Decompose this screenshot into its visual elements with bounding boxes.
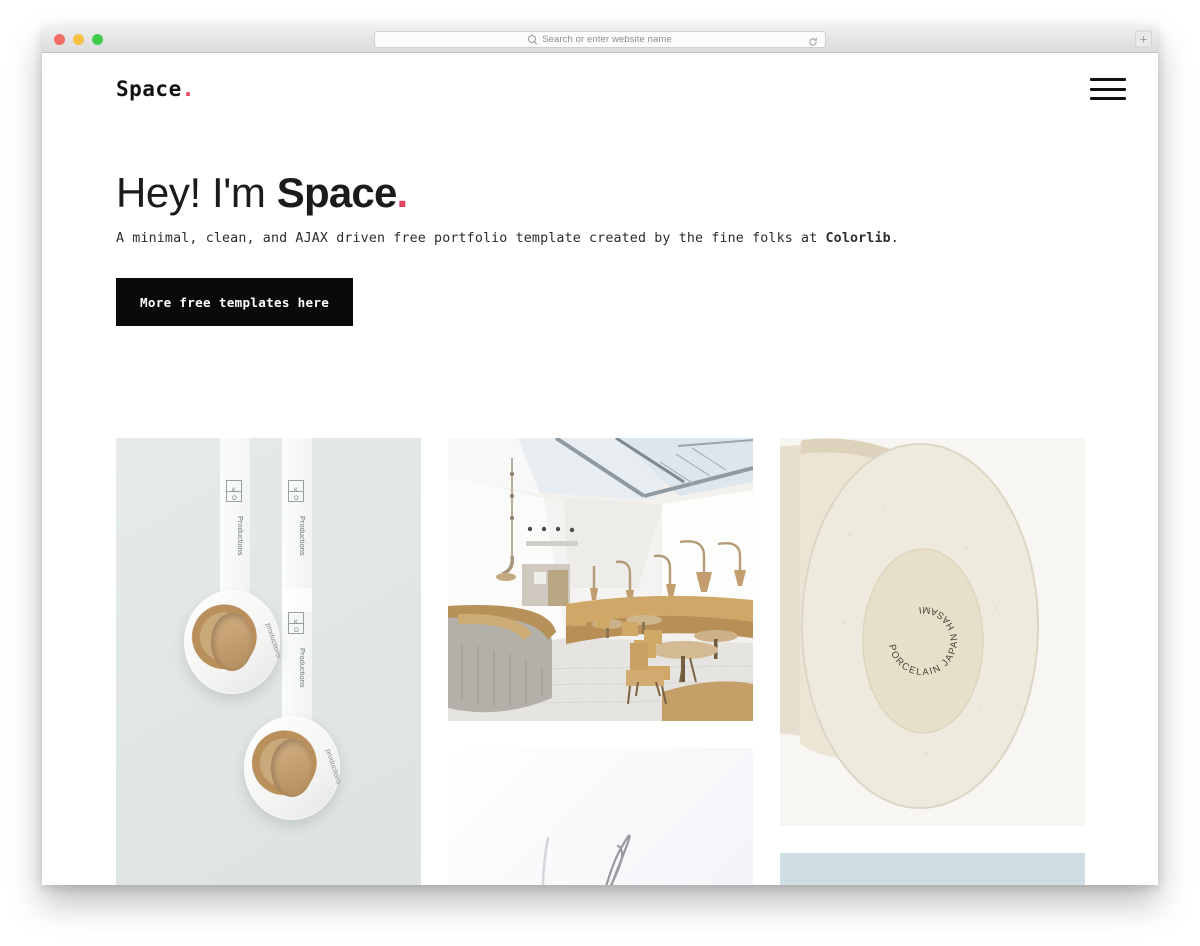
close-window-button[interactable] [54,33,65,45]
hero-subtitle-tail: . [890,231,899,247]
hamburger-bar-1 [1090,78,1126,81]
site-logo[interactable]: Space. [116,76,195,101]
browser-titlebar: Search or enter website name + [42,26,1158,53]
page-viewport: Space. Hey! I'm Space. A minimal, clean,… [42,53,1158,885]
address-bar[interactable]: Search or enter website name [374,30,826,48]
search-icon [528,34,537,44]
hero-subtitle: A minimal, clean, and AJAX driven free p… [116,231,1084,246]
gallery-column-1: K O K O K O Productions Productions Prod… [116,438,421,885]
hero-section: Hey! I'm Space. A minimal, clean, and AJ… [42,125,1158,327]
svg-text:O: O [232,496,237,502]
svg-text:Productions: Productions [236,516,245,556]
gallery-column-3: PORCELAIN JAPAN HASAMI [780,438,1085,885]
gallery-item-packing-tape-rolls[interactable]: K O K O K O Productions Productions Prod… [116,438,421,885]
gallery-item-cafe-interior[interactable] [448,438,753,722]
packing-tape-artwork: K O K O K O Productions Productions Prod… [116,438,421,885]
hamburger-menu-icon[interactable] [1090,76,1126,102]
gallery-item-hasami-porcelain-bowl[interactable]: PORCELAIN JAPAN HASAMI [780,438,1085,827]
svg-text:K: K [294,620,298,626]
screen: Search or enter website name + Space. He… [0,0,1200,946]
site-logo-accent: . [181,76,195,101]
svg-text:Productions: Productions [298,648,307,688]
more-free-templates-button[interactable]: More free templates here [116,278,354,327]
maximize-window-button[interactable] [92,33,103,45]
hero-subtitle-lead: A minimal, clean, and AJAX driven free p… [116,231,826,247]
portfolio-gallery: K O K O K O Productions Productions Prod… [42,438,1158,885]
address-bar-placeholder: Search or enter website name [542,33,672,45]
minimize-window-button[interactable] [73,33,84,45]
svg-text:O: O [294,496,299,502]
window-controls [54,33,103,45]
site-logo-text: Space [116,76,182,101]
svg-text:productions: productions [324,749,342,786]
gallery-item-wire-line-drawing[interactable] [448,748,753,885]
hero-subtitle-brand: Colorlib [825,231,891,247]
browser-window: Search or enter website name + Space. He… [42,26,1158,885]
site-header: Space. [42,53,1158,125]
svg-text:K: K [232,488,236,494]
hero-title: Hey! I'm Space. [116,169,1084,217]
new-tab-label: + [1139,31,1148,47]
hamburger-bar-2 [1090,87,1126,91]
gallery-column-2 [448,438,753,885]
hero-title-strong: Space [276,169,398,216]
reload-icon[interactable] [808,34,818,46]
hero-title-light: Hey! I'm [116,169,277,216]
new-tab-button[interactable]: + [1135,30,1152,48]
svg-text:O: O [294,628,299,634]
svg-text:productions: productions [264,623,282,660]
hero-title-accent: . [396,169,409,216]
svg-text:K: K [294,488,298,494]
hamburger-bar-3 [1090,97,1126,100]
svg-text:Productions: Productions [298,516,307,556]
address-bar-container: Search or enter website name [42,30,1158,48]
gallery-item-pale-blue-panel[interactable] [780,853,1085,885]
